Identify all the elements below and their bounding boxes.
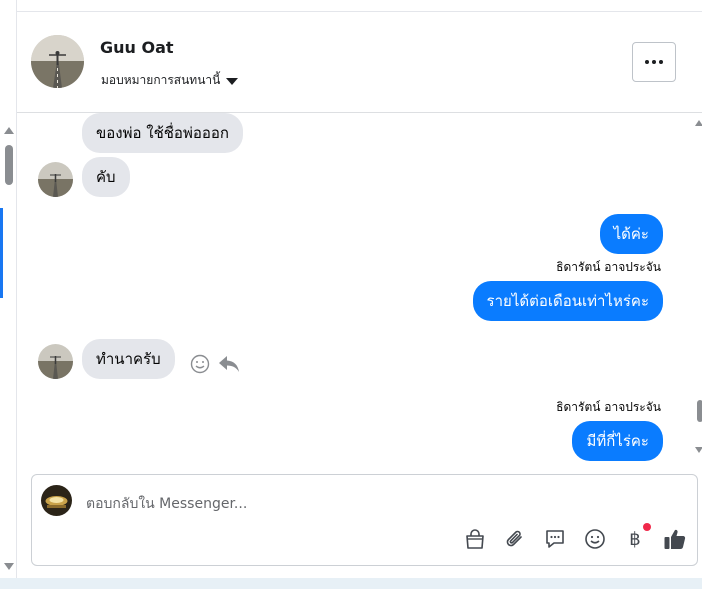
thread-scroll-up-arrow[interactable] [695, 120, 702, 126]
more-options-button[interactable] [632, 42, 676, 82]
paperclip-icon [506, 530, 522, 547]
shopping-bag-icon [466, 529, 484, 549]
outgoing-message-bubble[interactable]: รายได้ต่อเดือนเท่าไหร่คะ [472, 281, 663, 321]
message-thread: ของพ่อ ใช้ชื่อพ่อออก คับ ได้ค่ะ ธิดารัตน… [17, 113, 687, 465]
left-scroll-up-arrow[interactable] [4, 127, 14, 134]
react-smiley-icon[interactable] [190, 354, 210, 378]
send-like-button[interactable] [663, 527, 687, 551]
bottom-bar [0, 578, 702, 589]
incoming-message-bubble[interactable]: คับ [82, 157, 130, 197]
left-scrollbar-thumb[interactable] [5, 145, 13, 185]
speech-bubble-icon [546, 530, 564, 548]
reply-input[interactable] [86, 489, 676, 519]
sender-name: ธิดารัตน์ อาจประจัน [556, 400, 661, 414]
emoji-button[interactable] [583, 527, 607, 551]
contact-name[interactable]: Guu Oat [100, 38, 174, 57]
composer-toolbar: ฿ [463, 523, 687, 551]
conversation-header: Guu Oat มอบหมายการสนทนานี้ [17, 12, 702, 113]
outgoing-message-bubble[interactable]: ได้ค่ะ [599, 214, 663, 254]
contact-avatar-small[interactable] [38, 344, 73, 379]
reply-composer: ฿ [31, 474, 698, 566]
baht-icon: ฿ [629, 528, 641, 550]
sender-name: ธิดารัตน์ อาจประจัน [556, 260, 661, 274]
contact-avatar[interactable] [31, 35, 84, 88]
reply-arrow-icon[interactable] [218, 354, 240, 378]
assign-conversation-dropdown[interactable]: มอบหมายการสนทนานี้ [101, 71, 239, 90]
outgoing-message-bubble[interactable]: มีที่กี่ไร่คะ [572, 421, 663, 461]
payment-button[interactable]: ฿ [623, 523, 651, 551]
contact-avatar-small[interactable] [38, 162, 73, 197]
shop-bag-button[interactable] [463, 527, 487, 551]
assign-conversation-label: มอบหมายการสนทนานี้ [101, 73, 221, 87]
more-dots-icon [645, 60, 663, 64]
attach-file-button[interactable] [503, 527, 527, 551]
incoming-message-bubble[interactable]: ของพ่อ ใช้ชื่อพ่อออก [82, 113, 243, 153]
message-actions [190, 354, 240, 378]
thread-scroll-down-arrow[interactable] [695, 447, 702, 453]
page-avatar [41, 485, 72, 516]
emoji-smiley-icon [585, 529, 605, 549]
notification-dot [643, 523, 651, 531]
thumbs-up-icon [664, 529, 686, 549]
active-conversation-indicator [0, 208, 3, 298]
left-scroll-down-arrow[interactable] [4, 563, 14, 570]
saved-replies-button[interactable] [543, 527, 567, 551]
incoming-message-bubble[interactable]: ทำนาครับ [82, 339, 175, 379]
thread-scrollbar-thumb[interactable] [697, 400, 702, 422]
caret-down-icon [226, 77, 239, 85]
left-panel-strip [0, 0, 17, 589]
